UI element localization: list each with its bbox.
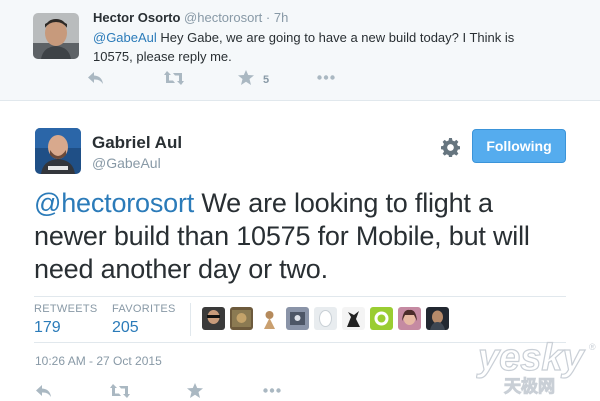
retweets-label: RETWEETS: [34, 303, 98, 315]
text-line2: 10575, please reply me.: [93, 49, 232, 64]
favoriter-avatar[interactable]: [398, 307, 421, 330]
yesky-watermark: yesky ® 天极网: [475, 334, 600, 400]
favorites-stat[interactable]: FAVORITES 205: [112, 303, 176, 337]
favoriter-avatar[interactable]: [314, 307, 337, 330]
separator: ·: [265, 10, 271, 25]
gear-icon[interactable]: [440, 138, 461, 162]
parent-tweet[interactable]: Hector Osorto @hectorosort · 7h @GabeAul…: [0, 0, 600, 101]
reply-icon[interactable]: [88, 72, 104, 85]
author-handle[interactable]: @hectorosort: [184, 10, 262, 25]
tweet-time[interactable]: 7h: [274, 10, 288, 25]
following-button[interactable]: Following: [472, 129, 566, 163]
mention-link[interactable]: @GabeAul: [93, 30, 157, 45]
main-tweet-text: @hectorosort We are looking to flight a …: [34, 187, 574, 286]
retweets-count[interactable]: 179: [34, 319, 98, 337]
favorite-icon[interactable]: [187, 383, 203, 398]
more-icon[interactable]: [263, 388, 281, 393]
author-name[interactable]: Gabriel Aul: [92, 133, 182, 153]
favoriter-avatar[interactable]: [230, 307, 253, 330]
stats-divider: [190, 303, 191, 336]
tweet-timestamp[interactable]: 10:26 AM - 27 Oct 2015: [35, 354, 162, 368]
favoriter-avatar[interactable]: [202, 307, 225, 330]
more-icon[interactable]: [317, 75, 335, 80]
favoriter-avatar[interactable]: [286, 307, 309, 330]
watermark-sub-text: 天极网: [504, 377, 555, 397]
mention-link[interactable]: @hectorosort: [34, 188, 194, 218]
author-handle[interactable]: @GabeAul: [92, 155, 161, 171]
favoriter-avatar[interactable]: [342, 307, 365, 330]
text-line2: newer build than 10575 for Mobile, but w…: [34, 221, 530, 251]
retweet-icon[interactable]: [164, 71, 184, 85]
parent-tweet-header: Hector Osorto @hectorosort · 7h: [93, 10, 288, 25]
author-name[interactable]: Hector Osorto: [93, 10, 180, 25]
favoriter-avatar[interactable]: [370, 307, 393, 330]
watermark-logo-text: yesky: [476, 337, 586, 379]
retweet-icon[interactable]: [110, 384, 130, 398]
favorite-count: 5: [263, 74, 270, 86]
avatar-gabriel[interactable]: [35, 128, 81, 174]
watermark-registered: ®: [589, 342, 596, 352]
parent-tweet-text: @GabeAul Hey Gabe, we are going to have …: [93, 28, 573, 66]
favorites-label: FAVORITES: [112, 303, 176, 315]
avatar-hector[interactable]: [33, 13, 79, 59]
favorite-icon[interactable]: [238, 70, 254, 85]
text-line1: We are looking to flight a: [194, 188, 493, 218]
reply-icon[interactable]: [36, 385, 52, 398]
favoriter-avatar[interactable]: [258, 307, 281, 330]
favorites-count[interactable]: 205: [112, 319, 176, 337]
retweets-stat[interactable]: RETWEETS 179: [34, 303, 98, 337]
text-line3: need another day or two.: [34, 254, 328, 284]
text-line1: Hey Gabe, we are going to have a new bui…: [156, 30, 515, 45]
favoriter-avatar[interactable]: [426, 307, 449, 330]
